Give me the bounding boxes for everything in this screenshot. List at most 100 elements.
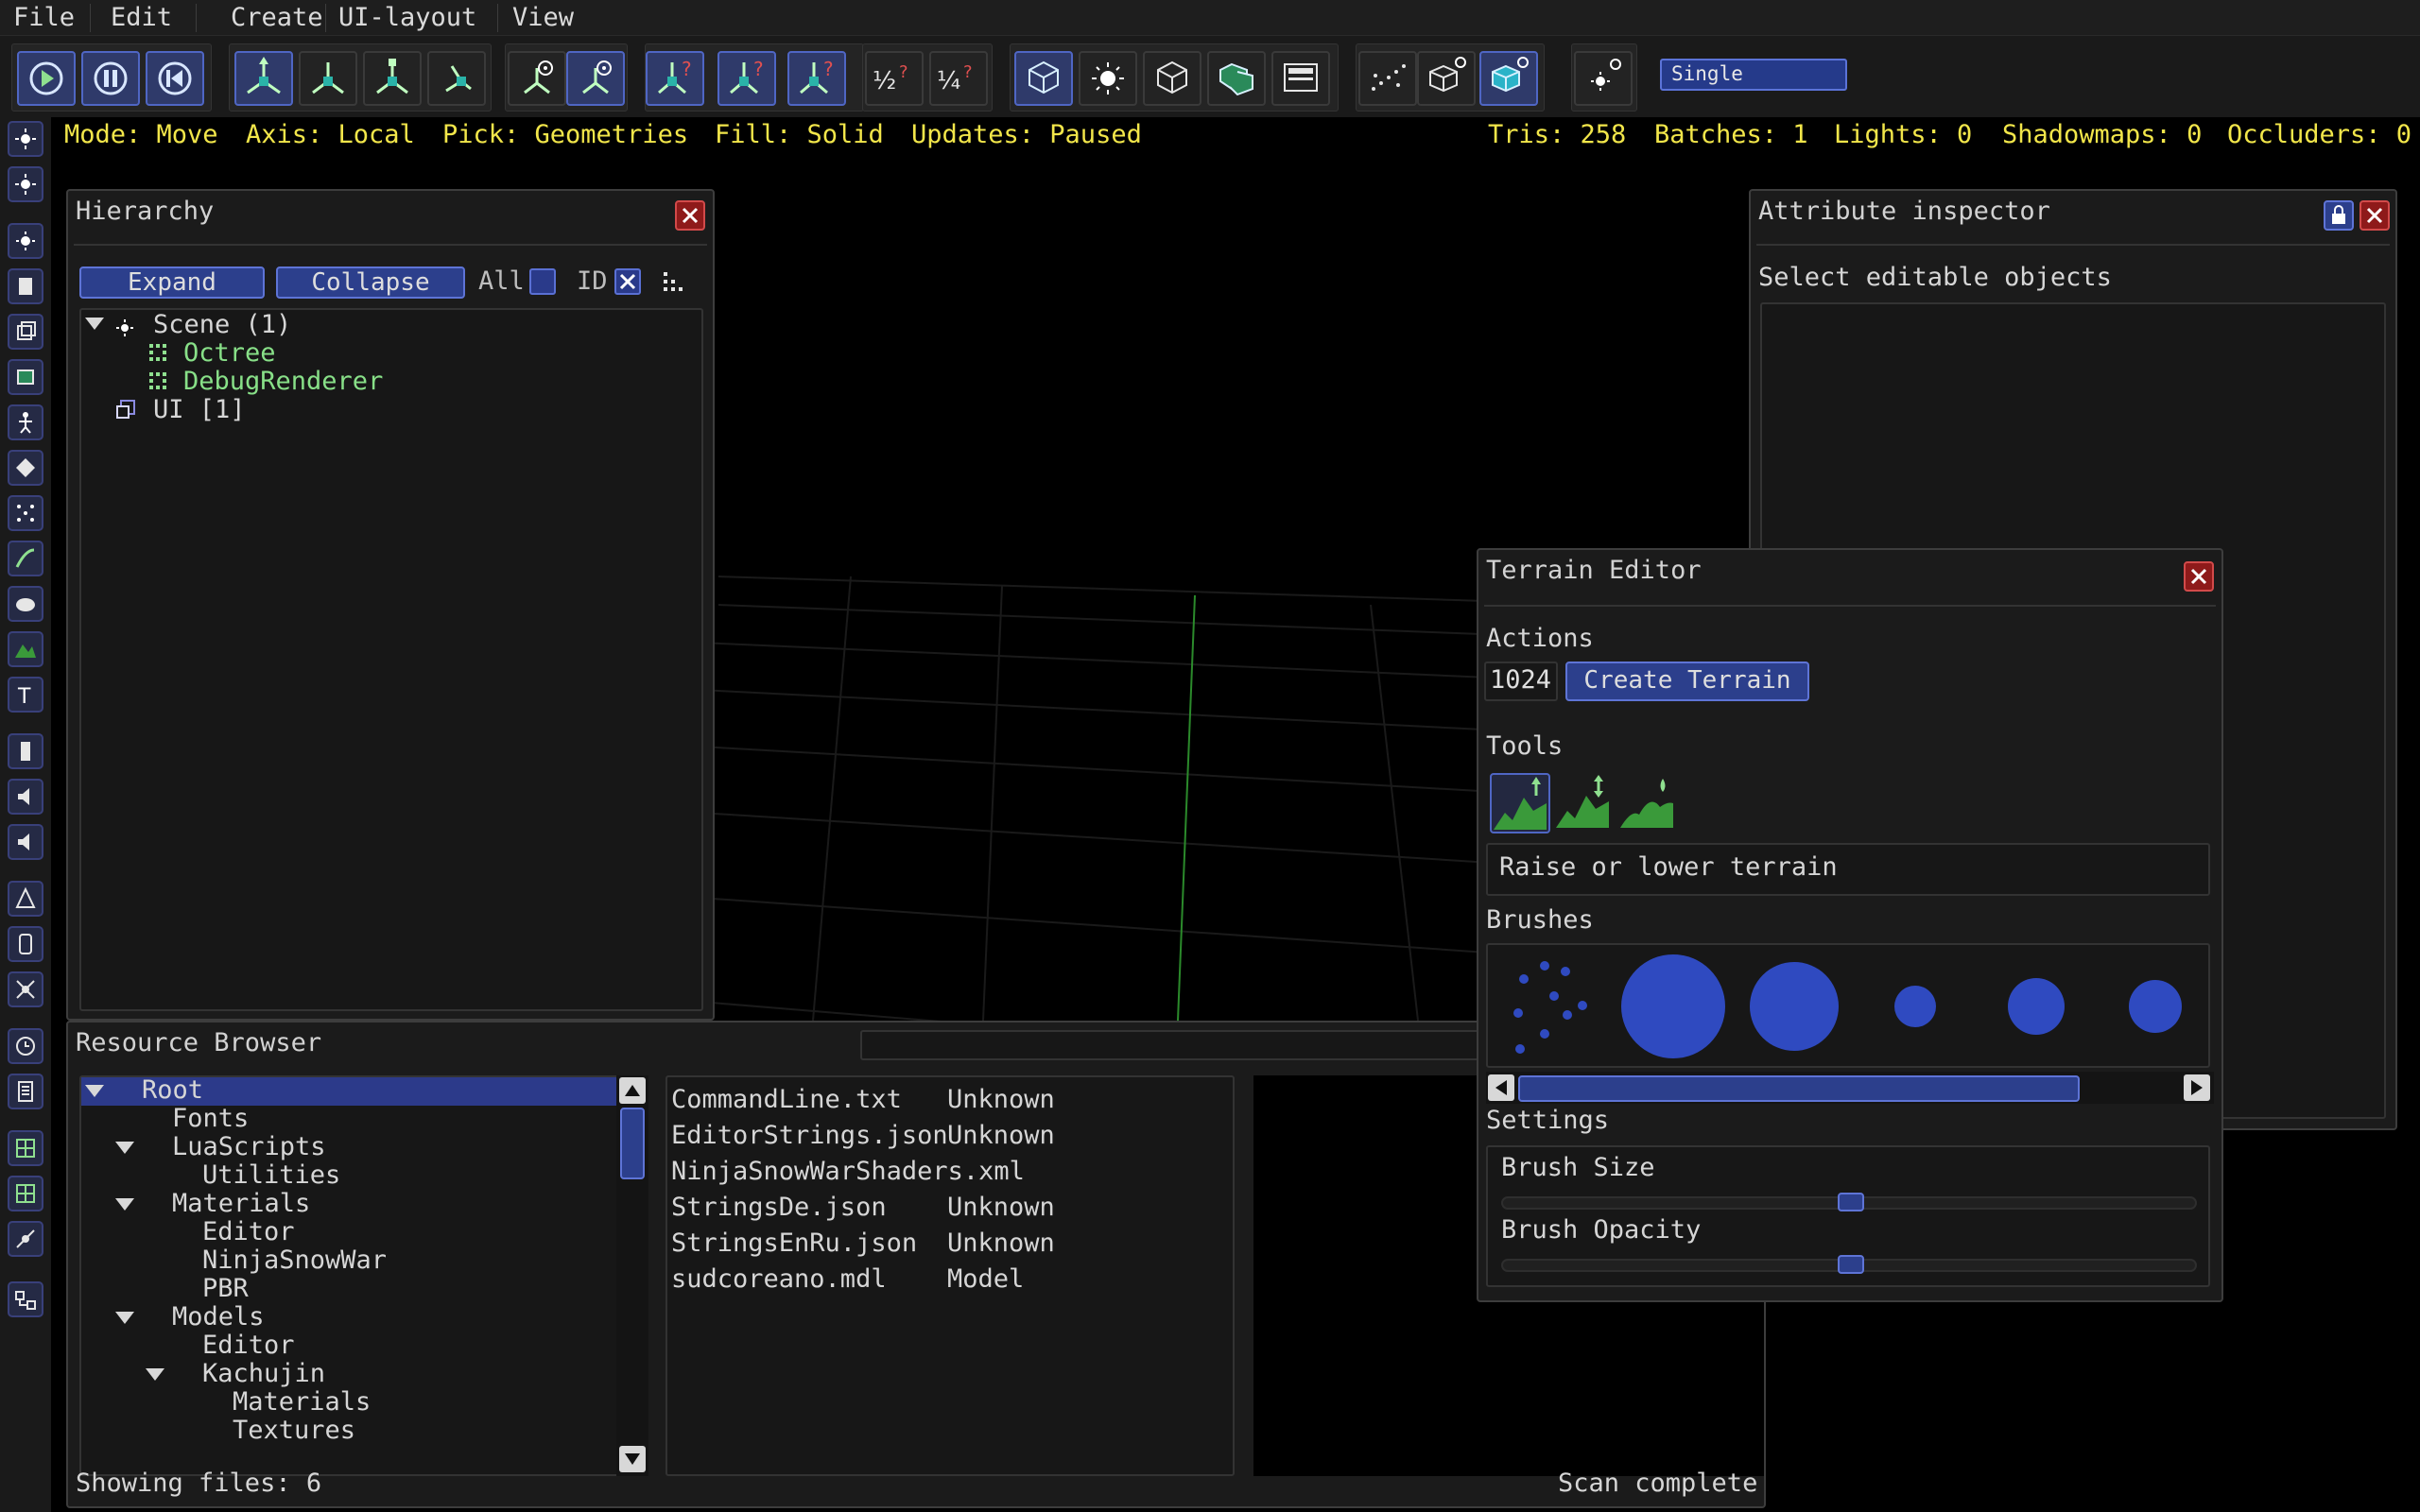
folder-materials[interactable]: Materials (172, 1189, 310, 1218)
file-name[interactable]: NinjaSnowWarShaders.xml (671, 1157, 1025, 1186)
timer-icon[interactable] (8, 1028, 43, 1064)
file-name[interactable]: CommandLine.txt (671, 1085, 902, 1114)
hierarchy-options-icon[interactable] (660, 268, 688, 297)
expand-button[interactable]: Expand (79, 266, 265, 299)
snap-move-icon[interactable]: ? (646, 51, 704, 106)
half-snap-icon[interactable]: ½? (865, 51, 924, 106)
brush-opacity-slider[interactable] (1501, 1255, 2197, 1274)
scroll-right-icon[interactable] (2184, 1074, 2210, 1101)
folder-models[interactable]: Models (172, 1302, 265, 1332)
terrain-size-input[interactable]: 1024 (1484, 662, 1558, 701)
scroll-left-icon[interactable] (1488, 1074, 1514, 1101)
menu-ui-layout[interactable]: UI-layout (325, 0, 490, 36)
menu-file[interactable]: File (0, 0, 88, 36)
tree-item-debugrenderer[interactable]: DebugRenderer (183, 367, 383, 396)
rigid-body-icon[interactable] (8, 359, 43, 395)
medium-brush-icon[interactable] (1981, 953, 2091, 1060)
set-height-icon[interactable] (1554, 773, 1615, 833)
expand-toggle-icon[interactable] (146, 1368, 164, 1381)
zone-icon[interactable] (8, 733, 43, 769)
folder-tree[interactable]: Root Fonts LuaScripts Utilities Material… (79, 1075, 626, 1476)
pause-icon[interactable] (81, 51, 140, 106)
medium-large-brush-icon[interactable] (1739, 953, 1849, 1060)
tree-item-scene[interactable]: Scene (1) (153, 310, 291, 339)
restart-icon[interactable] (146, 51, 204, 106)
close-icon[interactable] (2184, 561, 2214, 592)
viewport-layout-dropdown[interactable]: Single (1660, 59, 1847, 91)
terrain-icon[interactable] (8, 631, 43, 667)
file-name[interactable]: StringsEnRu.json (671, 1228, 917, 1258)
folder-luascripts[interactable]: LuaScripts (172, 1132, 326, 1161)
collision-shape-icon[interactable] (8, 881, 43, 917)
light-component-icon[interactable] (8, 223, 43, 259)
slider-handle[interactable] (1838, 1255, 1864, 1274)
pick-ui-icon[interactable] (1271, 51, 1330, 106)
raise-terrain-icon[interactable] (1490, 773, 1550, 833)
box-icon[interactable] (8, 314, 43, 350)
expand-toggle-icon[interactable] (85, 318, 104, 330)
fill-solid-icon[interactable] (1479, 51, 1538, 106)
quarter-snap-icon[interactable]: ¼? (929, 51, 988, 106)
physics-world-icon[interactable] (8, 971, 43, 1007)
folder-fonts[interactable]: Fonts (172, 1104, 249, 1133)
pick-geometry-icon[interactable] (1014, 51, 1073, 106)
sound-source-icon[interactable] (8, 779, 43, 815)
spline-path-icon[interactable] (8, 541, 43, 576)
expand-toggle-icon[interactable] (115, 1312, 134, 1324)
folder-utilities[interactable]: Utilities (202, 1160, 340, 1190)
smooth-terrain-icon[interactable] (1618, 773, 1679, 833)
create-local-node-icon[interactable] (8, 166, 43, 202)
particle-emitter-icon[interactable] (8, 495, 43, 531)
tree-item-octree[interactable]: Octree (183, 338, 276, 368)
light-visibility-icon[interactable] (1574, 51, 1633, 106)
billboard-icon[interactable] (8, 450, 43, 486)
scroll-down-icon[interactable] (619, 1446, 646, 1472)
folder-editor[interactable]: Editor (202, 1217, 295, 1246)
play-icon[interactable] (17, 51, 76, 106)
move-icon[interactable] (234, 51, 293, 106)
tree-item-ui[interactable]: UI [1] (153, 395, 246, 424)
folder-kachujin-textures[interactable]: Textures (233, 1416, 355, 1445)
menu-create[interactable]: Create (217, 0, 337, 36)
pick-zone-icon[interactable] (1143, 51, 1201, 106)
animated-model-icon[interactable] (8, 404, 43, 440)
ui-element-icon[interactable] (8, 1130, 43, 1166)
navigation-icon[interactable] (8, 586, 43, 622)
sound-source-3d-icon[interactable] (8, 824, 43, 860)
ui-slider-icon[interactable] (8, 1221, 43, 1257)
slider-handle[interactable] (1838, 1193, 1864, 1211)
snap-rotate-icon[interactable]: ? (717, 51, 776, 106)
large-brush-icon[interactable] (1618, 953, 1728, 1060)
script-instance-icon[interactable] (8, 1074, 43, 1109)
close-icon[interactable] (675, 200, 705, 231)
folder-kachujin-materials[interactable]: Materials (233, 1387, 371, 1417)
file-name[interactable]: sudcoreano.mdl (671, 1264, 887, 1294)
medium-small-brush-icon[interactable] (2100, 953, 2210, 1060)
fill-wireframe-icon[interactable] (1417, 51, 1476, 106)
small-brush-icon[interactable] (1860, 953, 1970, 1060)
constraint-icon[interactable] (8, 926, 43, 962)
menu-view[interactable]: View (499, 0, 587, 36)
expand-toggle-icon[interactable] (85, 1085, 104, 1097)
folder-root[interactable]: Root (142, 1075, 203, 1105)
file-name[interactable]: StringsDe.json (671, 1193, 887, 1222)
scroll-thumb[interactable] (620, 1108, 645, 1179)
brush-list[interactable] (1486, 943, 2210, 1068)
fill-point-icon[interactable] (1358, 51, 1417, 106)
rotate-icon[interactable] (299, 51, 357, 106)
brush-size-slider[interactable] (1501, 1193, 2197, 1211)
pick-rigidbody-icon[interactable] (1207, 51, 1266, 106)
select-icon[interactable] (427, 51, 486, 106)
ui-window-icon[interactable] (8, 1176, 43, 1211)
hierarchy-tree[interactable]: Scene (1) Octree DebugRenderer UI [1] (79, 308, 703, 1011)
folder-kachujin[interactable]: Kachujin (202, 1359, 325, 1388)
file-list[interactable]: CommandLine.txt Unknown EditorStrings.js… (666, 1075, 1235, 1476)
scroll-thumb[interactable] (1518, 1075, 2080, 1102)
brush-scrollbar[interactable] (1486, 1072, 2214, 1104)
all-checkbox[interactable] (529, 268, 556, 295)
expand-toggle-icon[interactable] (115, 1198, 134, 1211)
file-name[interactable]: EditorStrings.json (671, 1121, 948, 1150)
create-node-icon[interactable] (8, 121, 43, 157)
close-icon[interactable] (2360, 200, 2390, 231)
scale-icon[interactable] (363, 51, 422, 106)
